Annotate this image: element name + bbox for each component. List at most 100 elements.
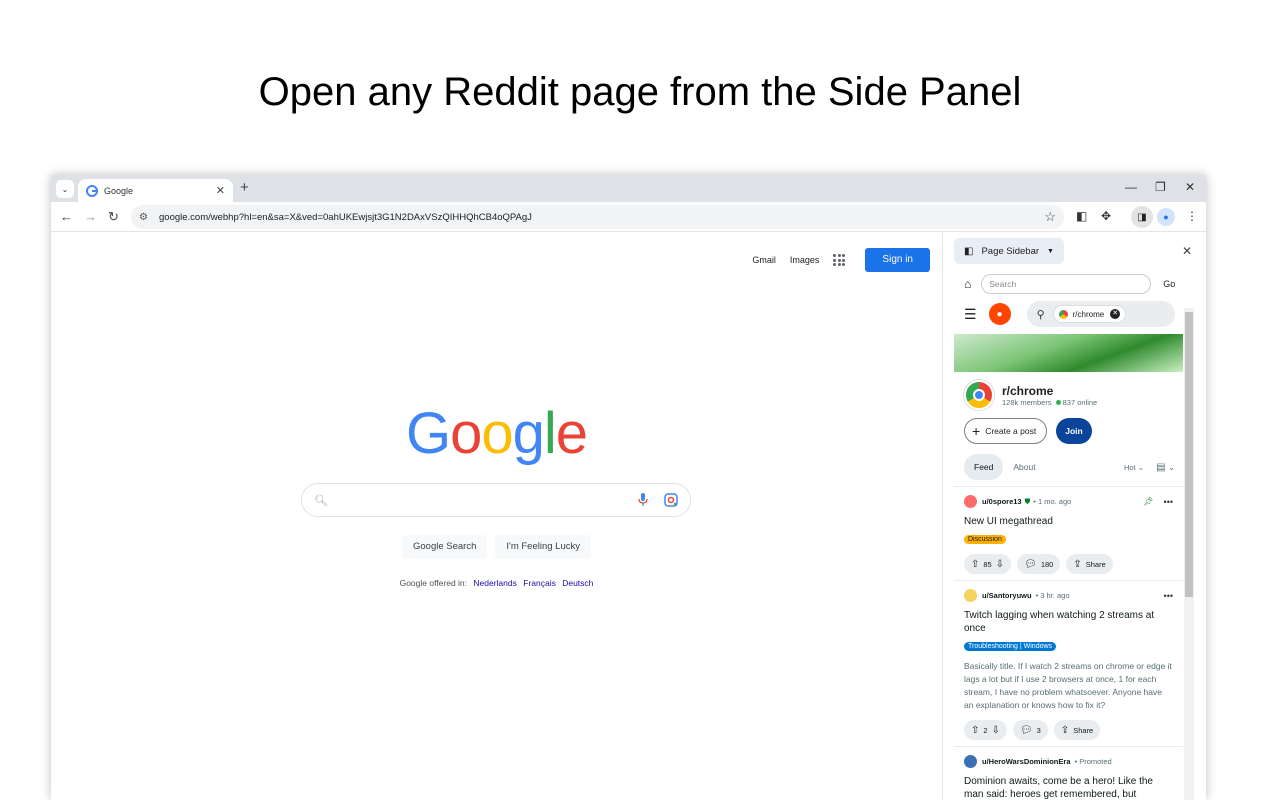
share-label: Share bbox=[1085, 559, 1106, 569]
new-tab-icon[interactable]: + bbox=[240, 179, 249, 196]
tab-close-icon[interactable]: ✕ bbox=[216, 184, 225, 197]
search-chip[interactable]: r/chrome ✕ bbox=[1052, 305, 1127, 323]
tab-feed[interactable]: Feed bbox=[964, 454, 1004, 480]
side-panel-header: ◧ Page Sidebar ▼ ✕ bbox=[954, 236, 1206, 264]
comment-count: 180 bbox=[1040, 559, 1054, 569]
comments-button[interactable]: 💬︎ 180 bbox=[1017, 554, 1061, 574]
tab-search-button[interactable]: ⌄ bbox=[56, 180, 74, 198]
microphone-icon[interactable] bbox=[638, 493, 648, 507]
sidebar-search-input[interactable]: Search bbox=[981, 274, 1152, 294]
side-panel-toggle[interactable]: ◨ bbox=[1131, 206, 1153, 228]
vote-control: ⇧ 85 ⇩ bbox=[964, 554, 1012, 574]
address-bar[interactable]: ⚙ google.com/webhp?hl=en&sa=X&ved=0ahUKE… bbox=[131, 205, 1064, 229]
post-author[interactable]: u/0spore13 bbox=[982, 497, 1022, 506]
user-avatar bbox=[964, 495, 977, 508]
comment-icon: 💬︎ bbox=[1024, 558, 1037, 570]
vote-control: ⇧ 2 ⇩ bbox=[964, 720, 1007, 740]
tab-google[interactable]: Google ✕ bbox=[78, 179, 233, 202]
person-icon: ● bbox=[1163, 212, 1169, 222]
close-icon[interactable]: ✕ bbox=[1182, 244, 1192, 258]
more-options-icon[interactable]: ••• bbox=[1164, 497, 1173, 507]
sort-dropdown[interactable]: Hot ⌄ bbox=[1124, 463, 1144, 472]
hamburger-menu-icon[interactable]: ☰ bbox=[964, 306, 977, 323]
downvote-icon[interactable]: ⇩ bbox=[992, 725, 1000, 736]
google-buttons: Google Search I'm Feeling Lucky bbox=[51, 535, 942, 559]
user-avatar bbox=[964, 589, 977, 602]
upvote-icon[interactable]: ⇧ bbox=[971, 725, 979, 736]
logo-letter: l bbox=[543, 401, 557, 466]
subreddit-actions: + Create a post Join bbox=[954, 418, 1183, 444]
close-window-icon[interactable]: ✕ bbox=[1185, 180, 1195, 194]
post-flair[interactable]: Troubleshooting | Windows bbox=[964, 642, 1057, 651]
clear-chip-icon[interactable]: ✕ bbox=[1110, 309, 1121, 319]
create-post-button[interactable]: + Create a post bbox=[964, 418, 1048, 444]
more-options-icon[interactable]: ••• bbox=[1164, 591, 1173, 601]
post-title[interactable]: New UI megathread bbox=[964, 515, 1173, 528]
forward-icon[interactable]: → bbox=[84, 209, 97, 224]
scrollbar-thumb[interactable] bbox=[1185, 312, 1193, 597]
site-info-icon[interactable]: ⚙ bbox=[139, 212, 153, 223]
gmail-link[interactable]: Gmail bbox=[752, 255, 776, 265]
post-time: • 3 hr. ago bbox=[1035, 591, 1070, 600]
post-title[interactable]: Dominion awaits, come be a hero! Like th… bbox=[964, 775, 1173, 800]
post-time: • Promoted bbox=[1074, 757, 1112, 766]
extensions-puzzle-icon[interactable]: ✥ bbox=[1101, 209, 1111, 223]
chevron-down-icon: ⌄ bbox=[1168, 462, 1175, 472]
reload-icon[interactable]: ↻ bbox=[108, 209, 119, 225]
feeling-lucky-button[interactable]: I'm Feeling Lucky bbox=[495, 535, 591, 559]
subreddit-name[interactable]: r/chrome bbox=[1002, 384, 1097, 398]
post-card[interactable]: u/HeroWarsDominionEra • Promoted Dominio… bbox=[954, 747, 1183, 800]
post-author[interactable]: u/Santoryuwu bbox=[982, 591, 1032, 600]
mod-shield-icon: ⛊ bbox=[1024, 496, 1031, 506]
side-panel-icon: ◨ bbox=[1137, 211, 1147, 223]
apps-grid-icon[interactable] bbox=[833, 254, 846, 266]
scrollbar[interactable] bbox=[1184, 308, 1194, 800]
member-count: 128k members bbox=[1002, 397, 1052, 407]
comment-icon: 💬︎ bbox=[1019, 724, 1033, 736]
go-button[interactable]: Go bbox=[1163, 279, 1175, 289]
post-card[interactable]: u/0spore13 ⛊ • 1 mo. ago 📌︎ ••• New UI m… bbox=[954, 487, 1183, 581]
view-selector[interactable]: ▤ ⌄ bbox=[1156, 462, 1175, 473]
tab-about[interactable]: About bbox=[1003, 454, 1045, 480]
reddit-search[interactable]: ⚲ r/chrome ✕ bbox=[1026, 301, 1175, 327]
bookmark-star-icon[interactable]: ☆ bbox=[1044, 209, 1056, 225]
reddit-logo-icon[interactable]: ● bbox=[988, 303, 1011, 325]
sort-label: Hot bbox=[1124, 462, 1136, 472]
logo-letter: o bbox=[450, 401, 482, 466]
comments-button[interactable]: 💬︎ 3 bbox=[1012, 720, 1048, 740]
chevron-down-icon: ⌄ bbox=[1137, 462, 1145, 472]
share-button[interactable]: ⇪ Share bbox=[1053, 720, 1101, 740]
side-panel: ◧ Page Sidebar ▼ ✕ ⌂ Search Go ☰ ● ⚲ r/c… bbox=[942, 232, 1206, 800]
downvote-icon[interactable]: ⇩ bbox=[996, 559, 1004, 570]
post-author[interactable]: u/HeroWarsDominionEra bbox=[982, 757, 1070, 766]
chrome-icon bbox=[1058, 309, 1068, 319]
home-icon[interactable]: ⌂ bbox=[964, 277, 971, 291]
language-link-francais[interactable]: Français bbox=[523, 578, 556, 588]
profile-avatar[interactable]: ● bbox=[1157, 208, 1175, 226]
vote-count: 85 bbox=[983, 559, 992, 569]
images-link[interactable]: Images bbox=[790, 255, 820, 265]
post-card[interactable]: u/Santoryuwu • 3 hr. ago ••• Twitch lagg… bbox=[954, 581, 1183, 747]
menu-kebab-icon[interactable]: ⋮ bbox=[1186, 209, 1198, 223]
upvote-icon[interactable]: ⇧ bbox=[971, 559, 979, 570]
sign-in-button[interactable]: Sign in bbox=[865, 248, 930, 272]
back-icon[interactable]: ← bbox=[60, 209, 73, 224]
language-link-nederlands[interactable]: Nederlands bbox=[473, 578, 516, 588]
layout-icon: ▤ bbox=[1156, 461, 1166, 473]
side-panel-nav: ⌂ Search Go bbox=[954, 272, 1194, 296]
join-button[interactable]: Join bbox=[1056, 418, 1092, 444]
google-lens-icon[interactable] bbox=[664, 493, 678, 507]
offered-in-label: Google offered in: bbox=[399, 578, 468, 588]
post-title[interactable]: Twitch lagging when watching 2 streams a… bbox=[964, 609, 1173, 635]
language-link-deutsch[interactable]: Deutsch bbox=[562, 578, 593, 588]
url-text[interactable]: google.com/webhp?hl=en&sa=X&ved=0ahUKEwj… bbox=[159, 212, 1044, 223]
extension-sidebar-icon[interactable]: ◧ bbox=[1076, 209, 1087, 223]
google-search-button[interactable]: Google Search bbox=[402, 535, 488, 559]
restore-icon[interactable]: ❐ bbox=[1155, 180, 1166, 194]
google-search-box[interactable]: 🔍︎ bbox=[301, 483, 691, 517]
create-post-label: Create a post bbox=[985, 426, 1037, 436]
side-panel-selector[interactable]: ◧ Page Sidebar ▼ bbox=[954, 238, 1064, 264]
minimize-icon[interactable]: — bbox=[1125, 180, 1137, 194]
post-flair[interactable]: Discussion bbox=[964, 535, 1006, 544]
share-button[interactable]: ⇪ Share bbox=[1066, 554, 1113, 574]
